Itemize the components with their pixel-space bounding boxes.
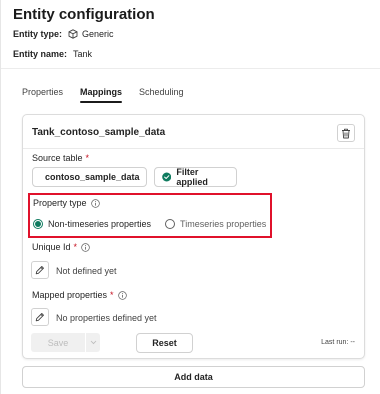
tab-properties[interactable]: Properties	[22, 87, 63, 97]
entity-type-row: Entity type: Generic	[13, 29, 114, 39]
add-data-button[interactable]: Add data	[22, 366, 365, 388]
edit-unique-id-button[interactable]	[31, 261, 49, 279]
unique-id-label-row: Unique Id *	[32, 242, 90, 252]
check-circle-icon	[162, 172, 172, 182]
unique-id-value: Not defined yet	[56, 266, 117, 276]
reset-button[interactable]: Reset	[136, 333, 193, 353]
mapped-properties-value: No properties defined yet	[56, 313, 157, 323]
unique-id-label: Unique Id	[32, 242, 71, 252]
entity-name-row: Entity name: Tank	[13, 49, 92, 59]
trash-icon	[342, 128, 350, 138]
mapping-card-title: Tank_contoso_sample_data	[32, 127, 166, 138]
required-marker: *	[85, 153, 90, 163]
entity-type-value: Generic	[82, 29, 114, 39]
edit-mapped-properties-button[interactable]	[31, 308, 49, 326]
required-marker: *	[73, 242, 78, 252]
chevron-down-icon	[90, 340, 96, 345]
save-split-button: Save	[31, 333, 100, 352]
info-icon[interactable]	[81, 242, 90, 252]
property-type-label: Property type	[33, 198, 87, 208]
info-icon[interactable]	[117, 290, 127, 300]
entity-type-label: Entity type:	[13, 29, 63, 39]
tab-scheduling[interactable]: Scheduling	[139, 87, 184, 97]
cube-icon	[68, 29, 78, 39]
timeseries-radio[interactable]	[165, 219, 176, 229]
non-timeseries-radio[interactable]	[33, 219, 43, 229]
page-title: Entity configuration	[13, 6, 155, 23]
last-run-status: Last run: --	[321, 339, 355, 346]
entity-name-value: Tank	[73, 49, 93, 59]
pencil-icon	[35, 313, 44, 322]
source-table-button[interactable]: contoso_sample_data	[32, 167, 147, 187]
mapped-properties-label-row: Mapped properties *	[32, 290, 127, 300]
source-table-value: contoso_sample_data	[45, 172, 140, 182]
entity-name-label: Entity name:	[13, 49, 68, 59]
source-table-label: Source table	[32, 153, 83, 163]
card-divider	[23, 148, 364, 149]
filter-applied-label: Filter applied	[176, 167, 208, 187]
header-divider	[1, 68, 380, 69]
pencil-icon	[35, 266, 44, 275]
filter-applied-button[interactable]: Filter applied	[154, 167, 237, 187]
info-icon[interactable]	[90, 198, 100, 208]
source-table-label-row: Source table *	[32, 153, 89, 163]
tab-mappings[interactable]: Mappings	[80, 87, 123, 103]
entity-configuration-panel: Entity configuration Entity type: Generi…	[0, 0, 380, 394]
save-button[interactable]: Save	[31, 333, 86, 352]
delete-mapping-button[interactable]	[337, 124, 355, 142]
property-type-label-row: Property type	[33, 198, 100, 208]
non-timeseries-label[interactable]: Non-timeseries properties	[48, 219, 151, 229]
tab-bar: Properties Mappings Scheduling	[22, 87, 201, 103]
save-options-button[interactable]	[86, 333, 100, 352]
timeseries-label[interactable]: Timeseries properties	[180, 219, 266, 229]
mapping-card: Tank_contoso_sample_data Source table * …	[22, 114, 365, 359]
required-marker: *	[110, 290, 114, 300]
property-type-radio-group: Non-timeseries properties Timeseries pro…	[33, 219, 280, 229]
mapped-properties-label: Mapped properties	[32, 290, 108, 300]
